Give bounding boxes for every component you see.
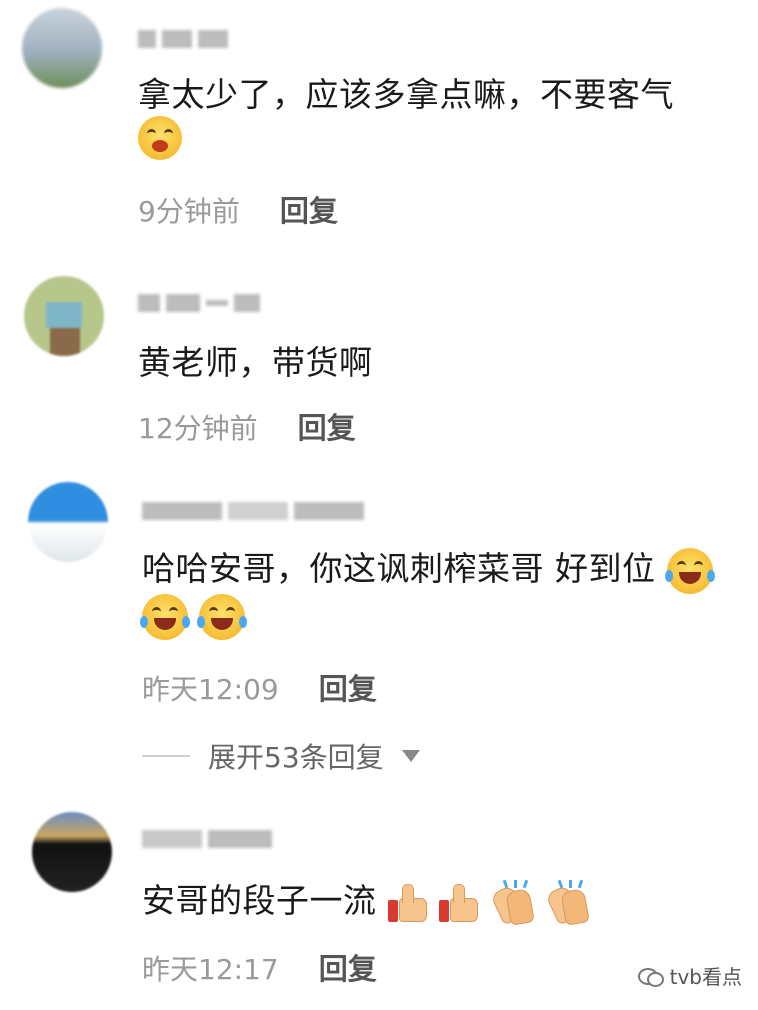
face-with-tears-of-joy-icon bbox=[138, 116, 182, 160]
comment-text: 黄老师，带货啊 bbox=[138, 343, 373, 382]
triangle-down-icon bbox=[401, 750, 420, 762]
comment-meta: 9分钟前 回复 bbox=[138, 188, 338, 230]
comment-meta: 12分钟前 回复 bbox=[138, 405, 356, 447]
thumbs-up-icon bbox=[387, 882, 428, 924]
reply-button[interactable]: 回复 bbox=[280, 188, 338, 230]
username-blurred[interactable] bbox=[138, 28, 228, 50]
clapping-hands-icon bbox=[489, 879, 535, 926]
avatar[interactable] bbox=[32, 812, 112, 892]
face-with-tears-of-joy-icon bbox=[197, 594, 247, 640]
clapping-hands-icon bbox=[544, 879, 590, 926]
username-blurred[interactable] bbox=[142, 828, 272, 850]
comment-time: 昨天12:09 bbox=[142, 673, 279, 706]
divider-line bbox=[142, 755, 190, 757]
avatar[interactable] bbox=[22, 8, 102, 88]
comment-emoji-row bbox=[140, 594, 247, 640]
avatar[interactable] bbox=[24, 276, 104, 356]
comment-text: 拿太少了，应该多拿点嘛，不要客气 bbox=[138, 75, 674, 114]
face-with-tears-of-joy-icon bbox=[140, 594, 190, 640]
wechat-icon bbox=[637, 966, 664, 987]
comment-text: 哈哈安哥，你这讽刺榨菜哥 好到位 bbox=[142, 542, 715, 594]
comment-time: 12分钟前 bbox=[138, 412, 258, 445]
reply-button[interactable]: 回复 bbox=[319, 946, 377, 988]
comment-item: 哈哈安哥，你这讽刺榨菜哥 好到位 昨天12:09 回复 展开53条回复 bbox=[0, 470, 758, 800]
username-blurred[interactable] bbox=[142, 500, 364, 522]
comment-time: 9分钟前 bbox=[138, 195, 240, 228]
reply-button[interactable]: 回复 bbox=[298, 405, 356, 447]
comment-meta: 昨天12:09 回复 bbox=[142, 666, 377, 708]
watermark: tvb看点 bbox=[637, 961, 742, 990]
expand-replies-button[interactable]: 展开53条回复 bbox=[142, 736, 420, 776]
username-blurred[interactable] bbox=[138, 292, 260, 314]
comment-item: 拿太少了，应该多拿点嘛，不要客气 9分钟前 回复 bbox=[0, 0, 758, 250]
comment-time: 昨天12:17 bbox=[142, 953, 279, 986]
expand-replies-label: 展开53条回复 bbox=[208, 741, 384, 774]
comment-emoji-row bbox=[138, 116, 182, 160]
comment-text: 安哥的段子一流 bbox=[142, 874, 590, 926]
comment-meta: 昨天12:17 回复 bbox=[142, 946, 377, 988]
comment-item: 黄老师，带货啊 12分钟前 回复 bbox=[0, 262, 758, 462]
thumbs-up-icon bbox=[438, 882, 479, 924]
avatar[interactable] bbox=[28, 482, 108, 562]
face-with-tears-of-joy-icon bbox=[664, 547, 715, 594]
watermark-label: tvb看点 bbox=[669, 965, 742, 989]
reply-button[interactable]: 回复 bbox=[319, 666, 377, 708]
